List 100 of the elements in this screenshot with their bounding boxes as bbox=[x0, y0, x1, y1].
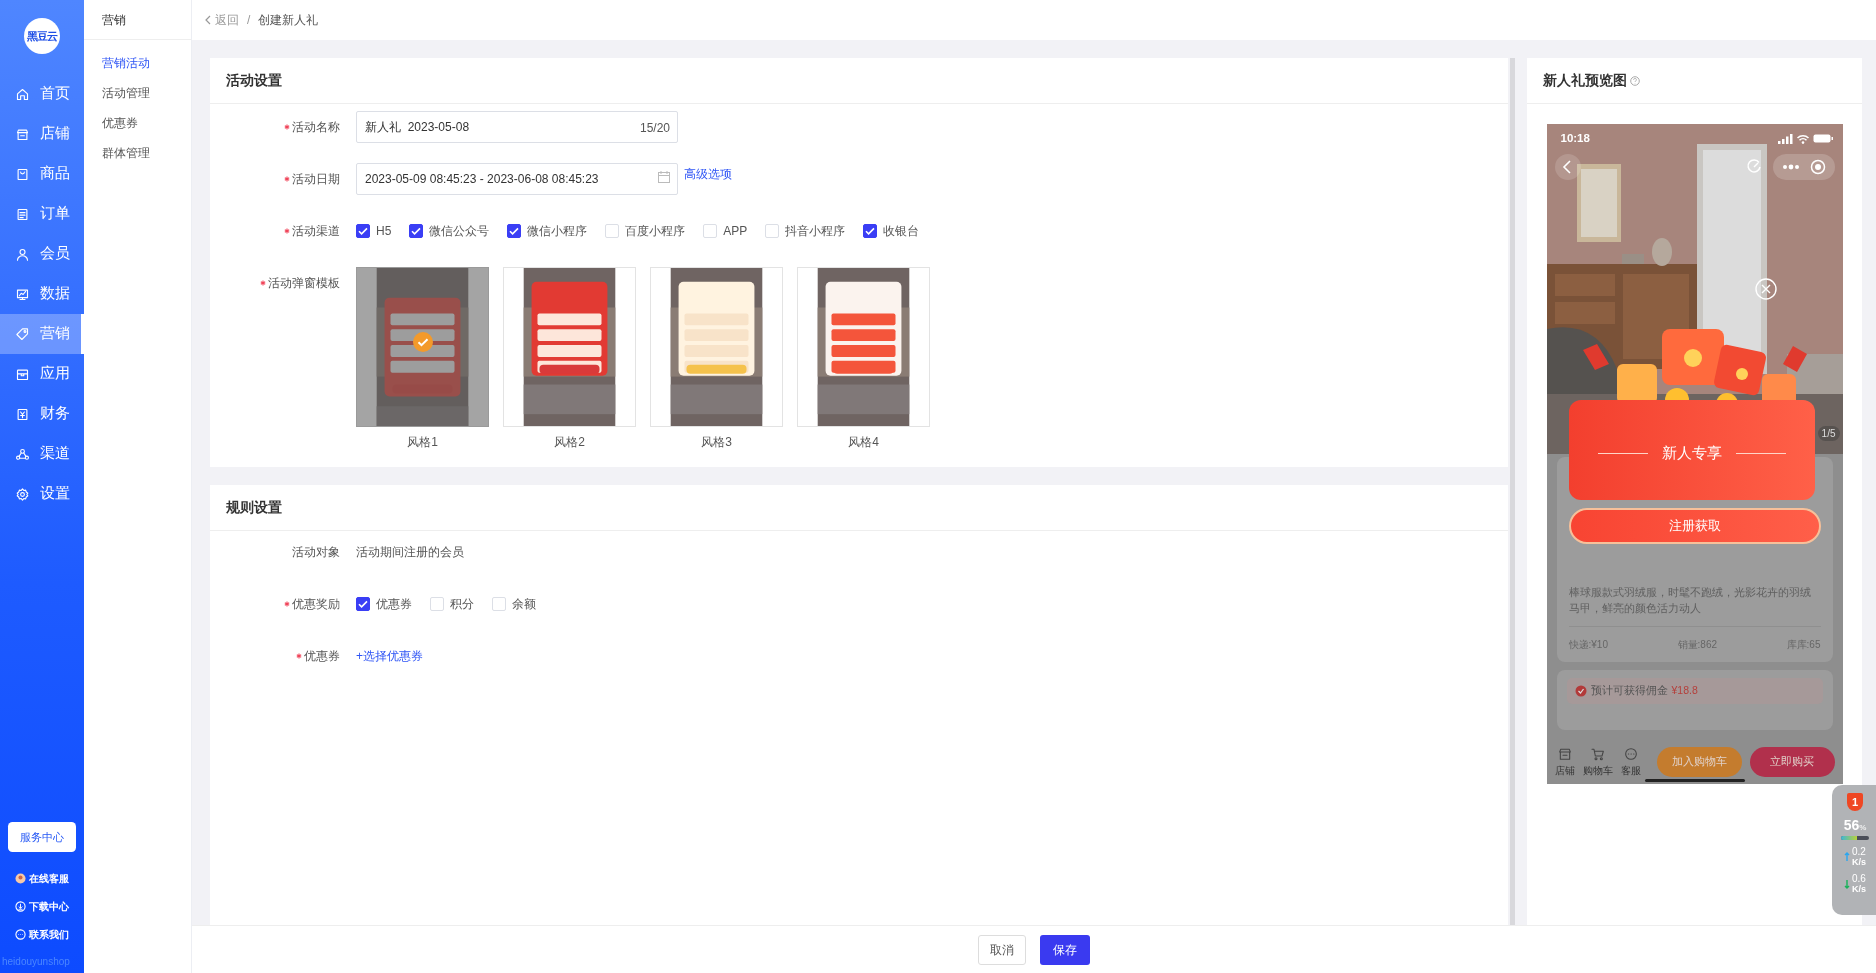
sidebar-item[interactable]: 数据 bbox=[0, 274, 84, 314]
image-counter: 1/5 bbox=[1817, 426, 1840, 441]
field-value: 活动期间注册的会员 bbox=[356, 544, 464, 561]
submenu-item[interactable]: 营销活动 bbox=[84, 48, 191, 78]
settings-icon bbox=[15, 486, 30, 502]
field-label: 活动渠道 bbox=[292, 223, 340, 240]
character-counter: 15/20 bbox=[639, 120, 670, 137]
checkbox-label[interactable]: 收银台 bbox=[883, 222, 920, 240]
back-icon bbox=[1554, 154, 1581, 180]
speed-value: 0.2 bbox=[1852, 847, 1866, 857]
back-link[interactable]: 返回 bbox=[204, 11, 239, 29]
sidebar-item[interactable]: 店铺 bbox=[0, 114, 84, 154]
record-icon bbox=[1809, 159, 1826, 175]
checkbox-label[interactable]: 微信公众号 bbox=[429, 222, 490, 240]
refresh-icon bbox=[1744, 158, 1763, 176]
sidebar-item[interactable]: 应用 bbox=[0, 354, 84, 394]
submenu-item[interactable]: 群体管理 bbox=[84, 138, 191, 168]
breadcrumb-current: 创建新人礼 bbox=[258, 12, 319, 29]
template-label: 风格3 bbox=[701, 434, 732, 451]
avatar-icon bbox=[15, 872, 26, 884]
checkbox-label[interactable]: 积分 bbox=[450, 595, 474, 613]
bottom-tab[interactable]: 客服 bbox=[1620, 746, 1641, 778]
wifi-icon bbox=[1795, 133, 1810, 144]
store-icon bbox=[15, 126, 30, 142]
checkbox[interactable] bbox=[356, 597, 370, 611]
check-icon bbox=[358, 226, 368, 236]
section-title: 活动设置 bbox=[210, 58, 1508, 104]
template-thumbnail[interactable] bbox=[357, 268, 488, 426]
sidebar-link[interactable]: 在线客服 bbox=[0, 864, 84, 892]
home-icon bbox=[15, 86, 30, 102]
checkbox[interactable] bbox=[863, 224, 878, 238]
bottom-tab[interactable]: 店铺 bbox=[1554, 746, 1575, 778]
banner-title: 新人专享 bbox=[1661, 442, 1722, 463]
buy-now-button[interactable]: 立即购买 bbox=[1749, 747, 1835, 777]
yen-icon bbox=[15, 406, 30, 422]
store-icon bbox=[1556, 746, 1573, 762]
advanced-options-link[interactable]: 高级选项 bbox=[684, 165, 732, 183]
status-time: 10:18 bbox=[1560, 131, 1590, 146]
battery-icon bbox=[1812, 134, 1833, 144]
template-label: 风格2 bbox=[554, 434, 585, 451]
section-title: 新人礼预览图 bbox=[1543, 71, 1627, 90]
checkbox-label[interactable]: 余额 bbox=[512, 595, 536, 613]
date-range-field[interactable]: 2023-05-09 08:45:23 - 2023-06-08 08:45:23 bbox=[356, 163, 678, 195]
sidebar-item[interactable]: 订单 bbox=[0, 194, 84, 234]
check-icon bbox=[411, 226, 422, 236]
chat-icon bbox=[1622, 746, 1639, 762]
capsule-menu[interactable] bbox=[1772, 154, 1835, 180]
checkbox-label[interactable]: APP bbox=[723, 222, 748, 240]
checkbox-label[interactable]: H5 bbox=[376, 222, 392, 240]
cancel-button[interactable]: 取消 bbox=[978, 934, 1026, 965]
template-label: 风格4 bbox=[848, 434, 879, 451]
sidebar-link[interactable]: 联系我们 bbox=[0, 920, 84, 948]
chart-icon bbox=[15, 286, 30, 302]
checkbox-label[interactable]: 百度小程序 bbox=[625, 222, 686, 240]
network-icon bbox=[15, 446, 30, 462]
calendar-icon bbox=[658, 171, 670, 183]
bag-icon bbox=[15, 166, 30, 182]
section-title: 规则设置 bbox=[210, 485, 1508, 531]
checkbox[interactable] bbox=[507, 224, 522, 238]
chat-icon bbox=[15, 928, 26, 940]
signal-icon bbox=[1777, 133, 1793, 144]
check-icon bbox=[413, 332, 433, 352]
sidebar-link[interactable]: 下载中心 bbox=[0, 892, 84, 920]
download-icon bbox=[15, 900, 26, 912]
sidebar-item[interactable]: 财务 bbox=[0, 394, 84, 434]
sidebar-item[interactable]: 会员 bbox=[0, 234, 84, 274]
field-label: 活动名称 bbox=[292, 119, 340, 136]
save-button[interactable]: 保存 bbox=[1040, 934, 1090, 965]
usage-meter bbox=[1841, 836, 1869, 840]
service-center-button[interactable]: 服务中心 bbox=[8, 822, 76, 852]
field-label: 优惠奖励 bbox=[292, 596, 340, 613]
badge-icon bbox=[1574, 685, 1587, 697]
sidebar-item[interactable]: 设置 bbox=[0, 474, 84, 514]
checkbox-label[interactable]: 抖音小程序 bbox=[785, 222, 846, 240]
sidebar-item[interactable]: 首页 bbox=[0, 74, 84, 114]
checkbox[interactable] bbox=[409, 224, 424, 238]
speed-value: 0.6 bbox=[1852, 874, 1866, 884]
bottom-tab[interactable]: 购物车 bbox=[1582, 746, 1613, 778]
checkbox[interactable] bbox=[356, 224, 370, 238]
cart-icon bbox=[1589, 746, 1606, 762]
logo: 黑豆云 bbox=[24, 18, 60, 54]
cpu-percent: 56 bbox=[1843, 817, 1860, 833]
checkbox-label[interactable]: 优惠券 bbox=[376, 595, 412, 613]
alert-badge: 1 bbox=[1847, 793, 1863, 811]
submenu-item[interactable]: 优惠券 bbox=[84, 108, 191, 138]
register-button[interactable]: 注册获取 bbox=[1568, 508, 1821, 544]
speed-unit: K/s bbox=[1852, 857, 1866, 867]
chevron-left-icon bbox=[204, 15, 212, 25]
template-label: 风格1 bbox=[407, 434, 438, 451]
help-icon bbox=[1630, 75, 1640, 86]
sidebar-item[interactable]: 渠道 bbox=[0, 434, 84, 474]
check-icon bbox=[509, 226, 520, 236]
submenu-item[interactable]: 活动管理 bbox=[84, 78, 191, 108]
check-icon bbox=[358, 599, 368, 609]
checkbox-label[interactable]: 微信小程序 bbox=[527, 222, 588, 240]
breadcrumb-separator: / bbox=[247, 12, 251, 29]
percent-unit: % bbox=[1859, 823, 1867, 834]
select-coupon-link[interactable]: +选择优惠券 bbox=[356, 647, 423, 665]
sidebar-item[interactable]: 商品 bbox=[0, 154, 84, 194]
down-arrow-icon bbox=[1844, 879, 1850, 889]
